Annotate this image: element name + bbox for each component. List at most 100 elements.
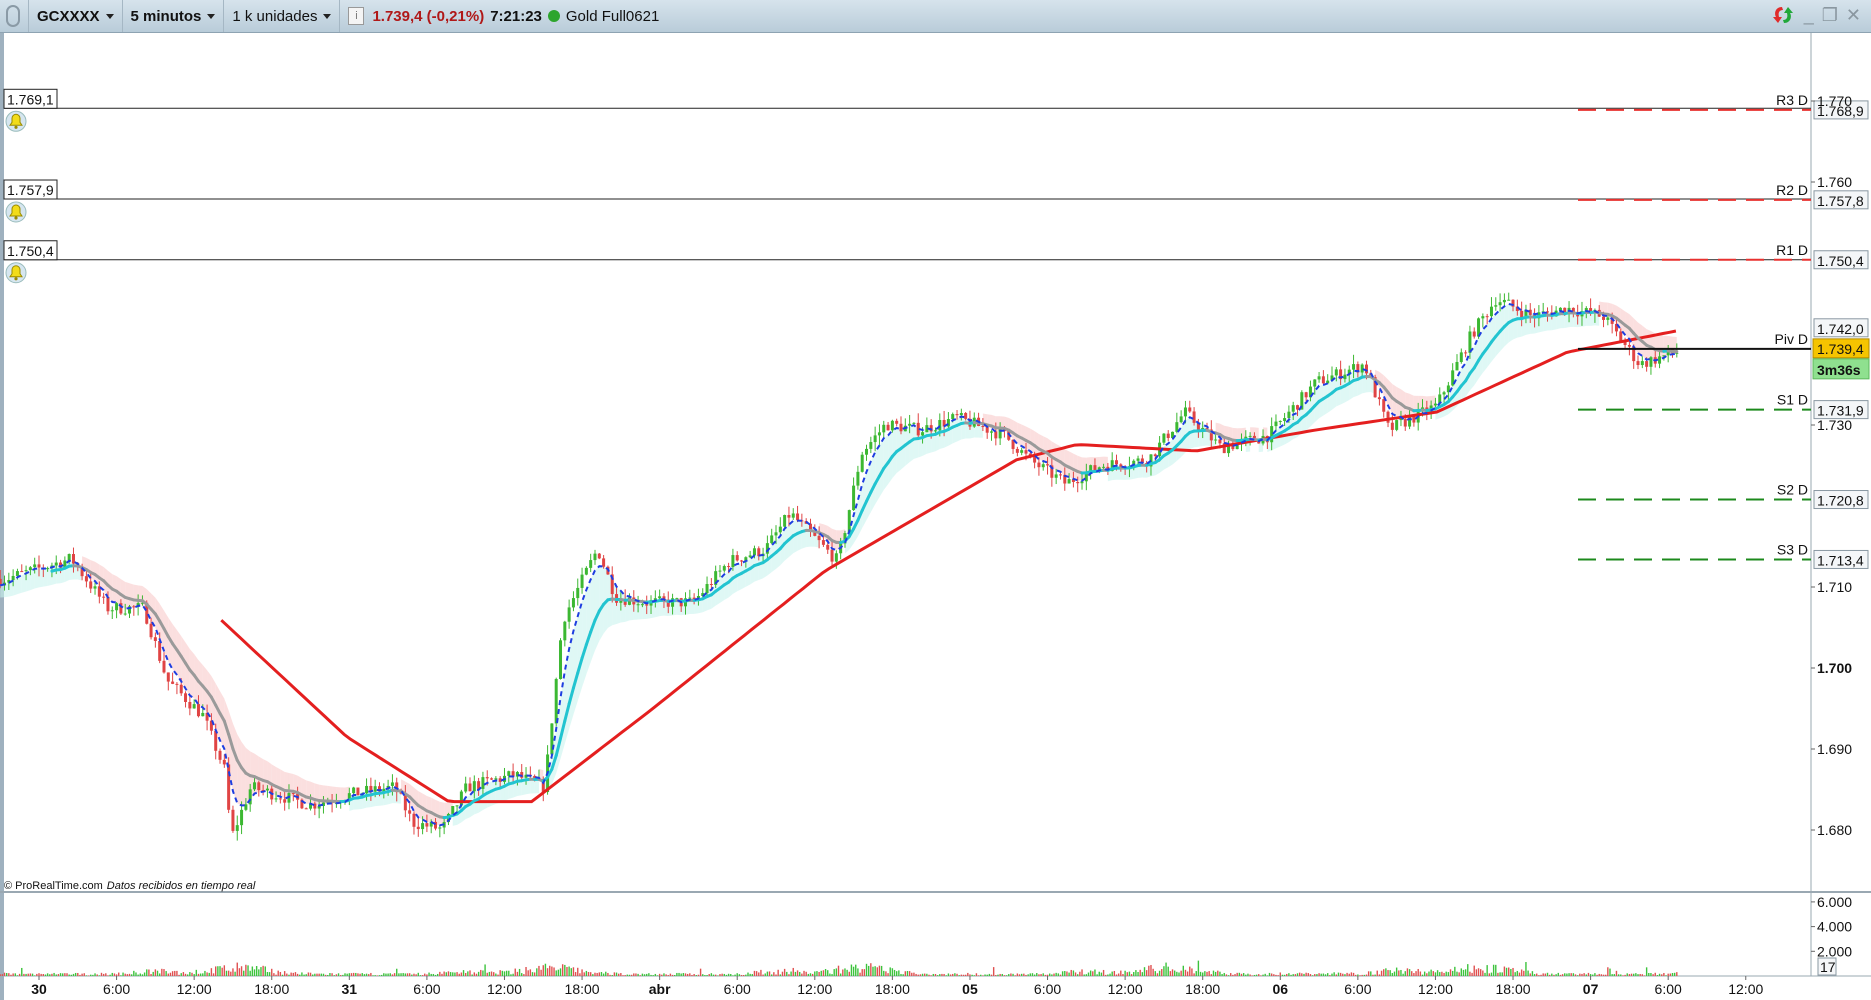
volume-bar <box>1059 974 1062 976</box>
volume-bar <box>1115 974 1118 976</box>
symbol-dropdown[interactable]: GCXXXX <box>29 0 123 32</box>
candle-body <box>1619 331 1623 342</box>
volume-bar <box>21 967 23 976</box>
volume-bar <box>1221 974 1223 976</box>
volume-bar <box>941 973 943 976</box>
volume-bar <box>303 974 305 976</box>
volume-bar <box>848 971 850 976</box>
candle-body <box>783 515 787 527</box>
timeframe-dropdown[interactable]: 5 minutos <box>123 0 225 32</box>
candle-body <box>718 570 722 572</box>
volume-bar <box>1477 968 1480 976</box>
candle-body <box>955 414 959 416</box>
volume-bar <box>723 973 725 976</box>
bell-icon[interactable] <box>5 110 27 132</box>
close-button[interactable]: ✕ <box>1846 5 1861 26</box>
bell-icon[interactable] <box>5 262 27 284</box>
volume-bar <box>383 973 385 976</box>
alert-label: 1.757,9 <box>7 182 54 198</box>
volume-bar <box>1557 972 1559 976</box>
volume-bar <box>473 972 476 976</box>
candle-body <box>1399 419 1403 421</box>
cloud-segment <box>1043 436 1048 463</box>
volume-bar <box>344 973 346 976</box>
volume-bar <box>1434 972 1437 976</box>
refresh-icon[interactable] <box>1770 4 1796 26</box>
symbol-label: GCXXXX <box>37 7 100 25</box>
candle-body <box>899 423 903 432</box>
price-chart[interactable]: 1.769,11.757,91.750,4R3 D1.768,9R2 D1.75… <box>0 0 1871 1000</box>
volume-bar <box>771 974 773 976</box>
cloud-segment <box>439 801 445 826</box>
volume-bar <box>719 974 721 976</box>
volume-bar <box>895 971 898 976</box>
volume-bar <box>990 974 993 976</box>
candle-body <box>1041 464 1045 468</box>
volume-bar <box>180 973 182 976</box>
volume-bar <box>885 971 887 976</box>
candle-body <box>235 825 239 831</box>
volume-bar <box>861 969 863 976</box>
candle-body <box>84 576 88 582</box>
price-tick-label: 1.710 <box>1817 579 1852 595</box>
volume-bar <box>1510 968 1512 976</box>
volume-bar <box>958 975 960 976</box>
volume-bar <box>1671 972 1674 976</box>
units-dropdown[interactable]: 1 k unidades <box>224 0 341 32</box>
volume-bar <box>1598 973 1600 976</box>
volume-bar <box>288 974 290 976</box>
volume-bar <box>1227 975 1230 976</box>
cloud-segment <box>1202 424 1208 446</box>
pivot-price-label: 1.750,4 <box>1817 253 1864 269</box>
bell-icon[interactable] <box>5 201 27 223</box>
volume-bar <box>846 969 848 976</box>
candle-body <box>959 413 963 416</box>
volume-bar <box>674 974 676 976</box>
volume-bar <box>118 972 120 976</box>
volume-bar <box>883 970 885 976</box>
volume-bar <box>1298 972 1301 976</box>
volume-bar <box>94 973 96 976</box>
cloud-segment <box>34 568 39 589</box>
candle-body <box>416 826 420 830</box>
cloud-segment <box>582 589 587 688</box>
volume-bar <box>337 973 340 976</box>
volume-bar <box>493 972 495 976</box>
volume-bar <box>165 971 167 976</box>
volume-bar <box>1072 970 1075 976</box>
volume-bar <box>227 970 230 976</box>
volume-bar <box>318 973 320 976</box>
volume-bar <box>876 967 878 976</box>
volume-bar <box>1421 974 1424 976</box>
volume-bar <box>143 972 146 976</box>
cloud-segment <box>741 561 746 590</box>
volume-bar <box>1346 972 1348 976</box>
volume-bar <box>1633 973 1635 976</box>
volume-bar <box>31 973 34 976</box>
cloud-segment <box>1021 424 1026 449</box>
candle-body <box>1102 466 1106 468</box>
volume-bar <box>1238 972 1241 976</box>
volume-bar <box>553 967 555 976</box>
pivot-name: R1 D <box>1776 242 1808 258</box>
volume-bar <box>1258 974 1260 976</box>
volume-bar <box>928 974 930 976</box>
volume-bar <box>628 974 631 976</box>
volume-bar <box>1161 969 1163 976</box>
volume-bar <box>1352 972 1355 976</box>
volume-bar <box>641 973 644 976</box>
volume-bar <box>779 974 782 976</box>
volume-tick-label: 6.000 <box>1817 894 1852 910</box>
volume-bar <box>1423 971 1426 976</box>
restore-button[interactable]: ❐ <box>1822 5 1838 26</box>
info-icon[interactable]: i <box>348 7 365 25</box>
link-button[interactable] <box>0 0 29 32</box>
countdown-label: 3m36s <box>1817 362 1861 378</box>
volume-bar <box>1490 972 1493 976</box>
minimize-button[interactable]: _ <box>1804 5 1814 26</box>
volume-bar <box>1206 971 1208 976</box>
candle-body <box>1153 454 1157 457</box>
volume-bar <box>1296 973 1299 976</box>
candle-body <box>834 553 838 562</box>
candle-body <box>1115 460 1118 465</box>
